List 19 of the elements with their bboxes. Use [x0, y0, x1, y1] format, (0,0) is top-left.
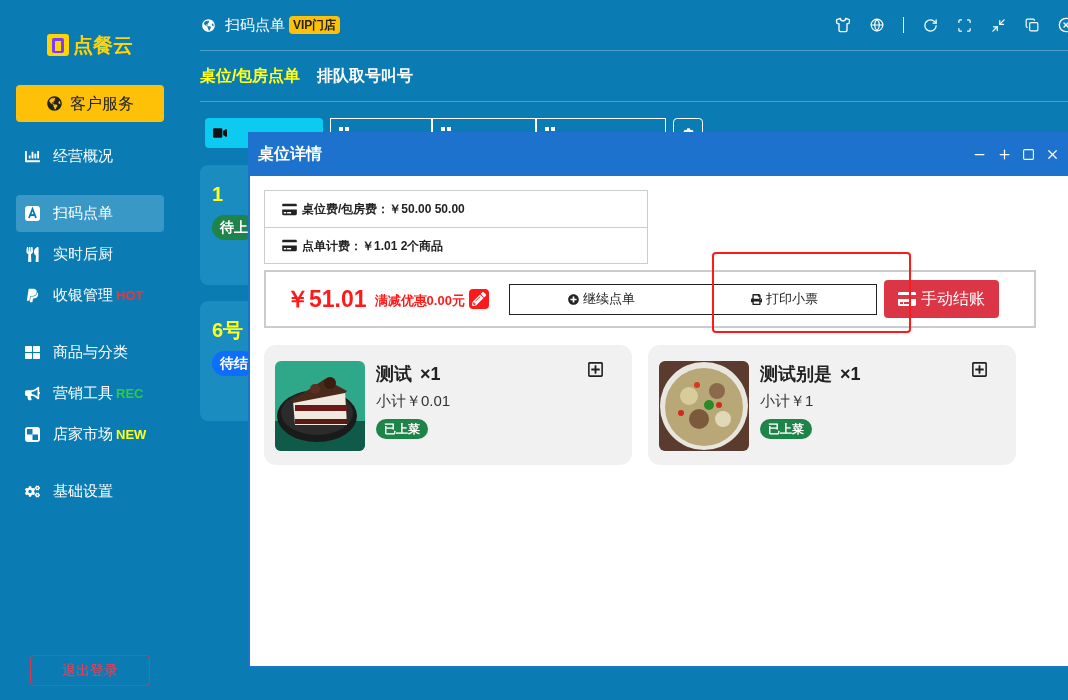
subtotal-text: 小计￥1	[760, 391, 815, 411]
fee-text: 桌位费/包房费：￥50.00 50.00	[302, 201, 465, 218]
page-title: 扫码点单	[225, 14, 285, 35]
status-badge: 已上菜	[760, 418, 812, 439]
subtotal-text: 小计￥0.01	[376, 391, 451, 411]
dialog-title: 桌位详情	[258, 144, 322, 164]
discount-text: 满减优惠0.00元	[374, 292, 465, 311]
fee-text: 点单计费：￥1.01 2个商品	[302, 237, 444, 255]
total-price: ￥51.01	[286, 284, 367, 314]
dish-name: 测试别是 ×1	[760, 363, 861, 386]
table-number: 6号	[212, 319, 244, 341]
vip-badge: VIP门店	[289, 16, 341, 34]
dish-name: 测试 ×1	[376, 363, 442, 386]
logo-text: 点餐云	[73, 33, 133, 58]
badge-label: HOT	[116, 286, 144, 305]
badge-label: NEW	[116, 425, 147, 444]
badge-label: REC	[116, 384, 144, 403]
table-number: 1	[212, 183, 224, 205]
status-badge: 已上菜	[376, 418, 428, 439]
